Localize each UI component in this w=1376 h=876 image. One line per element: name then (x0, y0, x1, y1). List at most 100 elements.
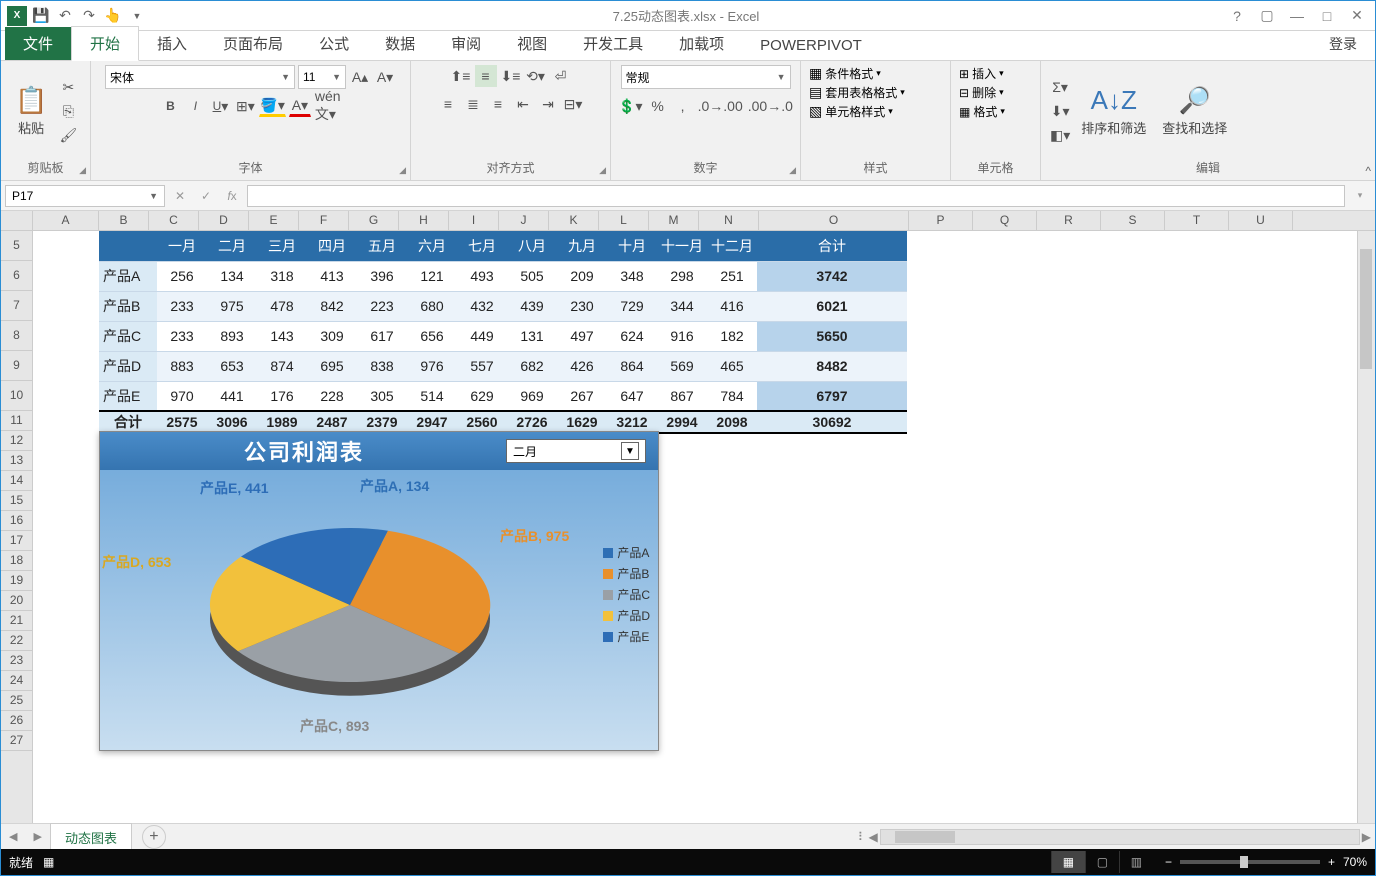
normal-view-icon[interactable]: ▦ (1051, 851, 1085, 873)
row-header[interactable]: 6 (1, 261, 32, 291)
conditional-formatting-button[interactable]: ▦条件格式▾ (809, 65, 881, 82)
page-layout-view-icon[interactable]: ▢ (1085, 851, 1119, 873)
help-icon[interactable]: ? (1223, 6, 1251, 26)
align-bottom-icon[interactable]: ⬇≡ (500, 65, 522, 87)
row-header[interactable]: 13 (1, 451, 32, 471)
row-header[interactable]: 20 (1, 591, 32, 611)
name-box[interactable]: P17▼ (5, 185, 165, 207)
comma-icon[interactable]: , (672, 95, 694, 117)
tab-developer[interactable]: 开发工具 (565, 27, 661, 60)
underline-button[interactable]: U▾ (209, 95, 231, 117)
phonetic-button[interactable]: wén文▾ (314, 95, 342, 117)
sort-filter-button[interactable]: A↓Z 排序和筛选 (1075, 83, 1152, 139)
maximize-icon[interactable]: □ (1313, 6, 1341, 26)
font-name-combo[interactable]: 宋体▼ (105, 65, 295, 89)
tab-page-layout[interactable]: 页面布局 (205, 27, 301, 60)
paste-button[interactable]: 📋 粘贴 (9, 83, 53, 139)
col-header[interactable]: A (33, 211, 99, 230)
zoom-slider[interactable] (1180, 860, 1320, 864)
row-header[interactable]: 24 (1, 671, 32, 691)
autosum-icon[interactable]: Σ▾ (1049, 76, 1071, 98)
sheet-nav-prev-icon[interactable]: ◀ (1, 830, 25, 843)
shrink-font-icon[interactable]: A▾ (374, 66, 396, 88)
row-header[interactable]: 27 (1, 731, 32, 751)
wrap-text-button[interactable]: ⏎ (550, 65, 572, 87)
decrease-decimal-icon[interactable]: .00→.0 (747, 95, 794, 117)
col-header[interactable]: G (349, 211, 399, 230)
increase-indent-icon[interactable]: ⇥ (537, 93, 559, 115)
bold-button[interactable]: B (159, 95, 181, 117)
cell-styles-button[interactable]: ▧单元格样式▾ (809, 103, 893, 120)
col-header[interactable]: I (449, 211, 499, 230)
dialog-launcher-icon[interactable]: ◢ (599, 165, 606, 176)
col-header[interactable]: Q (973, 211, 1037, 230)
expand-formula-bar-icon[interactable]: ▾ (1349, 185, 1371, 207)
col-header[interactable]: F (299, 211, 349, 230)
fill-icon[interactable]: ⬇▾ (1049, 100, 1071, 122)
add-sheet-button[interactable]: + (142, 825, 166, 849)
row-header[interactable]: 8 (1, 321, 32, 351)
row-header[interactable]: 18 (1, 551, 32, 571)
dialog-launcher-icon[interactable]: ◢ (399, 165, 406, 176)
chart-month-select[interactable]: 二月▼ (506, 439, 646, 463)
formula-input[interactable] (247, 185, 1345, 207)
merge-cells-button[interactable]: ⊟▾ (562, 93, 584, 115)
row-header[interactable]: 9 (1, 351, 32, 381)
tab-view[interactable]: 视图 (499, 27, 565, 60)
enter-formula-icon[interactable]: ✓ (195, 185, 217, 207)
col-header[interactable]: H (399, 211, 449, 230)
row-header[interactable]: 19 (1, 571, 32, 591)
collapse-ribbon-icon[interactable]: ^ (1365, 164, 1371, 178)
page-break-view-icon[interactable]: ▥ (1119, 851, 1153, 873)
col-header[interactable]: O (759, 211, 909, 230)
col-header[interactable]: T (1165, 211, 1229, 230)
dialog-launcher-icon[interactable]: ◢ (789, 165, 796, 176)
row-header[interactable]: 22 (1, 631, 32, 651)
font-size-combo[interactable]: 11▼ (298, 65, 346, 89)
col-header[interactable]: U (1229, 211, 1293, 230)
copy-icon[interactable]: ⎘ (57, 100, 79, 122)
tab-data[interactable]: 数据 (367, 27, 433, 60)
col-header[interactable]: J (499, 211, 549, 230)
align-center-icon[interactable]: ≣ (462, 93, 484, 115)
vertical-scrollbar[interactable] (1357, 231, 1375, 823)
row-header[interactable]: 21 (1, 611, 32, 631)
sheet-nav-next-icon[interactable]: ▶ (25, 830, 49, 843)
ribbon-options-icon[interactable]: ▢ (1253, 6, 1281, 26)
cancel-formula-icon[interactable]: ✕ (169, 185, 191, 207)
row-header[interactable]: 16 (1, 511, 32, 531)
select-all-corner[interactable] (1, 211, 33, 230)
tab-insert[interactable]: 插入 (139, 27, 205, 60)
number-format-combo[interactable]: 常规▼ (621, 65, 791, 89)
horizontal-scrollbar[interactable]: ⠇◀ ▶ (166, 829, 1375, 845)
zoom-level[interactable]: 70% (1343, 855, 1367, 869)
font-color-button[interactable]: A▾ (289, 95, 311, 117)
redo-icon[interactable]: ↷ (79, 6, 99, 26)
cells-area[interactable]: 一月二月三月四月五月六月七月八月九月十月十一月十二月合计产品A256134318… (33, 231, 1357, 823)
row-header[interactable]: 17 (1, 531, 32, 551)
align-middle-icon[interactable]: ≡ (475, 65, 497, 87)
zoom-out-button[interactable]: − (1165, 855, 1172, 869)
qat-dropdown-icon[interactable]: ▼ (127, 6, 147, 26)
row-header[interactable]: 25 (1, 691, 32, 711)
fill-color-button[interactable]: 🪣▾ (259, 95, 285, 117)
tab-addins[interactable]: 加载项 (661, 27, 742, 60)
sheet-tab[interactable]: 动态图表 (50, 823, 132, 851)
align-right-icon[interactable]: ≡ (487, 93, 509, 115)
tab-file[interactable]: 文件 (5, 27, 71, 60)
cut-icon[interactable]: ✂ (57, 76, 79, 98)
dialog-launcher-icon[interactable]: ◢ (79, 165, 86, 176)
save-icon[interactable]: 💾 (31, 6, 51, 26)
zoom-in-button[interactable]: + (1328, 855, 1335, 869)
col-header[interactable]: S (1101, 211, 1165, 230)
align-top-icon[interactable]: ⬆≡ (450, 65, 472, 87)
macro-record-icon[interactable]: ▦ (43, 855, 54, 869)
row-header[interactable]: 26 (1, 711, 32, 731)
currency-icon[interactable]: 💲▾ (617, 95, 643, 117)
col-header[interactable]: R (1037, 211, 1101, 230)
row-header[interactable]: 23 (1, 651, 32, 671)
col-header[interactable]: K (549, 211, 599, 230)
percent-icon[interactable]: % (647, 95, 669, 117)
row-header[interactable]: 5 (1, 231, 32, 261)
decrease-indent-icon[interactable]: ⇤ (512, 93, 534, 115)
